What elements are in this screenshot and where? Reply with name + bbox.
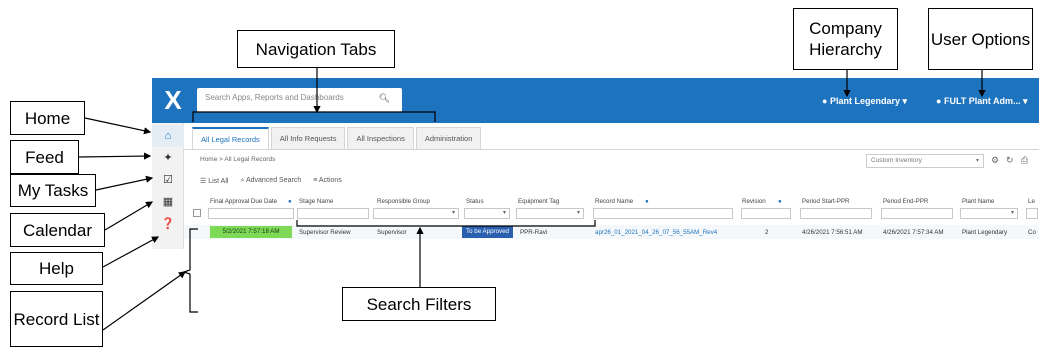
callout-feed: Feed	[10, 140, 79, 174]
column-header[interactable]: Revision	[742, 198, 766, 205]
user-options-label: FULT Plant Adm...	[943, 96, 1021, 106]
inventory-select-value: Custom Inventory	[871, 157, 922, 164]
user-icon: ●	[936, 96, 942, 106]
info-icon[interactable]: ●	[645, 198, 649, 205]
chevron-down-icon: ▾	[502, 210, 506, 216]
tab-administration[interactable]: Administration	[415, 127, 482, 149]
inventory-select[interactable]: Custom Inventory ▾	[866, 154, 984, 168]
record-actions: ☰ List All ⌕ Advanced Search ≡ Actions	[200, 177, 342, 185]
my-tasks-arrow	[95, 175, 154, 191]
company-hierarchy-label: Plant Legendary	[829, 96, 900, 106]
app-logo[interactable]: X	[160, 86, 186, 114]
filter-input[interactable]	[593, 208, 733, 219]
le-cell: Co	[1028, 229, 1036, 236]
chevron-down-icon: ▾	[1010, 210, 1014, 216]
filter-input[interactable]	[741, 208, 791, 219]
callout-search-filters: Search Filters	[342, 287, 496, 321]
callout-calendar: Calendar	[10, 213, 105, 247]
search-placeholder: Search Apps, Reports and Dashboards	[205, 93, 344, 102]
chevron-down-icon: ▾	[1022, 96, 1028, 106]
advanced-search-button[interactable]: ⌕ Advanced Search	[240, 177, 301, 185]
callout-navigation-tabs: Navigation Tabs	[237, 30, 395, 68]
calendar-arrow	[104, 201, 154, 231]
column-header[interactable]: Le	[1028, 198, 1035, 205]
advanced-search-label: Advanced Search	[245, 177, 302, 184]
sidebar: ⌂ ✦ ☑ ▦ ❓	[152, 123, 184, 249]
home-arrow	[84, 117, 152, 135]
column-header[interactable]: Final Approval Due Date	[210, 198, 277, 205]
info-icon[interactable]: ●	[778, 198, 782, 205]
column-header[interactable]: Responsible Group	[377, 198, 430, 205]
group-cell: Supervisor	[377, 229, 407, 236]
calendar-icon[interactable]: ▦	[152, 191, 184, 213]
filter-input[interactable]: ▾	[464, 208, 510, 219]
select-all-checkbox[interactable]	[193, 209, 201, 217]
filter-input[interactable]	[881, 208, 953, 219]
list-all-label: List All	[208, 178, 229, 185]
search-icon[interactable]: 🔍︎	[379, 93, 390, 104]
chevron-down-icon: ▾	[902, 96, 908, 106]
filter-input[interactable]: ▾	[516, 208, 584, 219]
filter-input[interactable]: ▾	[960, 208, 1018, 219]
location-pin-icon: ●	[822, 96, 828, 106]
user-options-menu[interactable]: ● FULT Plant Adm... ▾	[936, 96, 1028, 107]
tab-all-inspections[interactable]: All Inspections	[347, 127, 414, 149]
feed-icon[interactable]: ✦	[152, 147, 184, 169]
callout-company-hierarchy: Company Hierarchy	[793, 8, 898, 70]
status-badge: To be Approved	[462, 226, 513, 238]
column-header[interactable]: Record Name	[595, 198, 633, 205]
chevron-down-icon: ▾	[975, 158, 979, 164]
navigation-tabs: All Legal Records All Info Requests All …	[192, 127, 483, 149]
list-all-button[interactable]: ☰ List All	[200, 177, 228, 185]
filter-input[interactable]	[800, 208, 872, 219]
column-header[interactable]: Equipment Tag	[518, 198, 559, 205]
gear-icon[interactable]: ⚙	[991, 155, 999, 166]
home-icon[interactable]: ⌂	[152, 125, 184, 147]
callout-help: Help	[10, 252, 103, 285]
plant-cell: Plant Legendary	[962, 229, 1008, 236]
column-header[interactable]: Plant Name	[962, 198, 994, 205]
revision-cell: 2	[765, 229, 769, 236]
period-end-cell: 4/26/2021 7:57:34 AM	[883, 229, 944, 236]
actions-label: Actions	[318, 177, 342, 184]
callout-my-tasks: My Tasks	[10, 174, 96, 207]
record-name-link[interactable]: apr26_01_2021_04_26_07_56_55AM_Rev4	[595, 229, 717, 236]
filter-input[interactable]	[208, 208, 294, 219]
column-header[interactable]: Period Start-PPR	[802, 198, 849, 205]
column-header[interactable]: Stage Name	[299, 198, 333, 205]
tab-all-info-requests[interactable]: All Info Requests	[270, 127, 346, 149]
chevron-down-icon: ▾	[451, 210, 455, 216]
stage-cell: Supervisor Review	[299, 229, 351, 236]
chevron-down-icon: ▾	[576, 210, 580, 216]
equipment-cell: PPR-Ravi	[520, 229, 548, 236]
column-header[interactable]: Period End-PPR	[883, 198, 928, 205]
print-icon[interactable]: ⎙	[1021, 155, 1028, 166]
tab-divider	[184, 149, 1039, 150]
info-icon[interactable]: ●	[288, 198, 292, 205]
due-date-cell: 5/2/2021 7:57:18 AM	[210, 226, 292, 238]
callout-record-list: Record List	[10, 291, 103, 347]
help-icon[interactable]: ❓	[152, 213, 184, 235]
filter-input[interactable]	[1026, 208, 1038, 219]
period-start-cell: 4/26/2021 7:56:51 AM	[802, 229, 863, 236]
tasks-icon[interactable]: ☑	[152, 169, 184, 191]
callout-home: Home	[10, 101, 85, 135]
global-search-input[interactable]: Search Apps, Reports and Dashboards 🔍︎	[197, 88, 402, 112]
tab-all-legal-records[interactable]: All Legal Records	[192, 127, 269, 149]
annotated-screenshot: X Search Apps, Reports and Dashboards 🔍︎…	[0, 0, 1039, 349]
record-list-arrow	[102, 271, 186, 331]
column-header[interactable]: Status	[466, 198, 484, 205]
refresh-icon[interactable]: ↻	[1006, 155, 1014, 166]
help-arrow	[102, 236, 160, 268]
breadcrumb[interactable]: Home > All Legal Records	[200, 156, 275, 163]
company-hierarchy-dropdown[interactable]: ● Plant Legendary ▾	[822, 96, 907, 107]
filter-input[interactable]	[297, 208, 369, 219]
actions-button[interactable]: ≡ Actions	[313, 177, 342, 185]
filter-input[interactable]: ▾	[373, 208, 459, 219]
feed-arrow	[78, 152, 152, 160]
callout-user-options: User Options	[928, 8, 1033, 70]
